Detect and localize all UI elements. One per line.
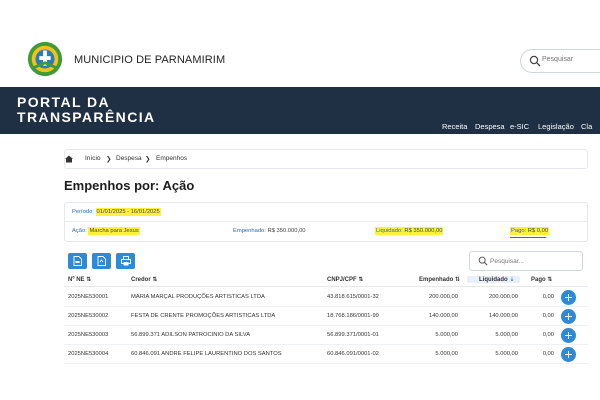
pago-label: Pago: — [511, 228, 527, 234]
nav-esic[interactable]: e-SIC — [510, 122, 529, 131]
header-search-placeholder: Pesquisar — [542, 56, 574, 63]
cell-ne: 2025NE530004 — [68, 351, 109, 357]
col-header-ne[interactable]: Nº NE ⇅ — [68, 276, 91, 283]
liquidado-total: Liquidado: R$ 350.000,00 — [375, 227, 444, 235]
cell-credor: FESTA DE CRENTE PROMOÇÕES ARTISTICAS LTD… — [131, 313, 276, 319]
cell-liquidado: 5.000,00 — [495, 351, 518, 357]
pdf-export-icon — [73, 256, 82, 266]
expand-row-button[interactable] — [561, 309, 576, 324]
table-header: Nº NE ⇅ Credor ⇅ CNPJ/CPF ⇅ Empenhado ⇅ … — [64, 273, 588, 287]
empenhado-total: Empenhado: R$ 350.000,00 — [233, 228, 306, 234]
page-title: Empenhos por: Ação — [64, 178, 195, 193]
col-header-credor-label: Credor — [131, 277, 151, 283]
cell-pago: 0,00 — [542, 294, 554, 300]
breadcrumb-despesa[interactable]: Despesa — [116, 155, 142, 162]
cell-empenhado: 5.000,00 — [435, 351, 458, 357]
col-header-cnpj[interactable]: CNPJ/CPF ⇅ — [327, 276, 363, 283]
cell-liquidado: 5.000,00 — [495, 332, 518, 338]
cell-ne: 2025NE530001 — [68, 294, 109, 300]
cell-pago: 0,00 — [542, 332, 554, 338]
cell-pago: 0,00 — [542, 313, 554, 319]
chevron-right-icon: ❯ — [106, 156, 112, 163]
col-header-pago[interactable]: Pago ⇅ — [531, 276, 552, 283]
col-header-ne-label: Nº NE — [68, 277, 85, 283]
cell-ne: 2025NE530003 — [68, 332, 109, 338]
nav-despesa[interactable]: Despesa — [475, 122, 505, 131]
main-nav: Receita Despesa e-SIC Legislação Cla — [0, 122, 600, 134]
acao-value: Marcha para Jesus — [88, 227, 140, 235]
cell-cnpj: 18.768.186/0001-99 — [327, 313, 379, 319]
periodo-filter: Período: 01/01/2025 - 16/01/2025 — [72, 208, 161, 216]
liquidado-label: Liquidado: — [376, 228, 403, 234]
cell-empenhado: 200.000,00 — [428, 294, 458, 300]
search-icon — [478, 256, 488, 266]
chevron-right-icon: ❯ — [145, 156, 151, 163]
col-header-liquidado-label: Liquidado — [479, 277, 508, 283]
cell-credor: MARIA MARÇAL PRODUÇÕES ARTISTICAS LTDA — [131, 294, 265, 300]
search-icon — [529, 55, 541, 67]
col-header-liquidado[interactable]: Liquidado ⇣ — [467, 276, 521, 283]
export-pdf-button[interactable] — [68, 253, 87, 269]
export-file-button[interactable] — [92, 253, 111, 269]
pdf-export-icon — [97, 256, 106, 266]
portal-title: PORTAL DA TRANSPARÊNCIA — [17, 95, 156, 125]
cell-empenhado: 140.000,00 — [428, 313, 458, 319]
top-header: MUNICIPIO DE PARNAMIRIM Pesquisar — [0, 36, 600, 84]
col-header-empenhado-label: Empenhado — [419, 277, 454, 283]
cell-liquidado: 200.000,00 — [488, 294, 518, 300]
table-search-input[interactable]: Pesquisar... — [469, 251, 583, 271]
expand-row-button[interactable] — [561, 328, 576, 343]
cell-ne: 2025NE530002 — [68, 313, 109, 319]
cell-cnpj: 56.899.371/0001-01 — [327, 332, 379, 338]
home-icon[interactable] — [65, 155, 73, 163]
cell-liquidado: 140.000,00 — [488, 313, 518, 319]
cell-empenhado: 5.000,00 — [435, 332, 458, 338]
empenhado-value: R$ 350.000,00 — [267, 228, 306, 234]
table-row: 2025NE530004 60.846.091 ANDRE FELIPE LAU… — [64, 345, 588, 364]
periodo-value: 01/01/2025 - 16/01/2025 — [95, 208, 161, 216]
acao-filter: Ação: Marcha para Jesus — [72, 227, 140, 235]
nav-cla[interactable]: Cla — [581, 122, 592, 131]
nav-legislacao[interactable]: Legislação — [538, 122, 574, 131]
portal-title-line1: PORTAL DA — [17, 94, 110, 110]
page: MUNICIPIO DE PARNAMIRIM Pesquisar PORTAL… — [0, 0, 600, 400]
empenhado-label: Empenhado: — [233, 228, 266, 234]
breadcrumb-empenhos: Empenhos — [156, 155, 188, 162]
filter-summary: Período: 01/01/2025 - 16/01/2025 Ação: M… — [64, 202, 588, 242]
table-row: 2025NE530001 MARIA MARÇAL PRODUÇÕES ARTI… — [64, 288, 588, 307]
col-header-pago-label: Pago — [531, 277, 546, 283]
print-button[interactable] — [116, 253, 135, 269]
parnamirim-seal-icon[interactable] — [26, 40, 64, 78]
municipality-name: MUNICIPIO DE PARNAMIRIM — [74, 54, 226, 66]
nav-receita[interactable]: Receita — [442, 122, 467, 131]
col-header-cnpj-label: CNPJ/CPF — [327, 277, 357, 283]
table-row: 2025NE530002 FESTA DE CRENTE PROMOÇÕES A… — [64, 307, 588, 326]
empenhos-table: Nº NE ⇅ Credor ⇅ CNPJ/CPF ⇅ Empenhado ⇅ … — [64, 273, 588, 368]
pago-total: Pago: R$ 0,00 — [510, 227, 550, 235]
cell-cnpj: 43.818.615/0001-32 — [327, 294, 379, 300]
liquidado-value: R$ 350.000,00 — [404, 228, 443, 234]
acao-label: Ação: — [72, 228, 87, 234]
table-search-placeholder: Pesquisar... — [490, 258, 524, 265]
filter-divider — [65, 221, 587, 222]
table-row: 2025NE530003 56.899.371 ADILSON PATROCIN… — [64, 326, 588, 345]
col-header-credor[interactable]: Credor ⇅ — [131, 276, 157, 283]
header-search-input[interactable]: Pesquisar — [520, 49, 600, 73]
cell-cnpj: 60.846.091/0001-02 — [327, 351, 379, 357]
expand-row-button[interactable] — [561, 290, 576, 305]
pago-value: R$ 0,00 — [527, 228, 549, 234]
periodo-label: Período: — [72, 209, 94, 215]
cell-credor: 56.899.371 ADILSON PATROCINIO DA SILVA — [131, 332, 251, 338]
cell-pago: 0,00 — [542, 351, 554, 357]
expand-row-button[interactable] — [561, 347, 576, 362]
print-icon — [121, 256, 131, 266]
breadcrumb: Início ❯ Despesa ❯ Empenhos — [64, 149, 588, 169]
col-header-empenhado[interactable]: Empenhado ⇅ — [419, 276, 460, 283]
cell-credor: 60.846.091 ANDRE FELIPE LAURENTINO DOS S… — [131, 351, 282, 357]
pago-underline — [510, 237, 546, 238]
breadcrumb-inicio[interactable]: Início — [85, 155, 101, 162]
